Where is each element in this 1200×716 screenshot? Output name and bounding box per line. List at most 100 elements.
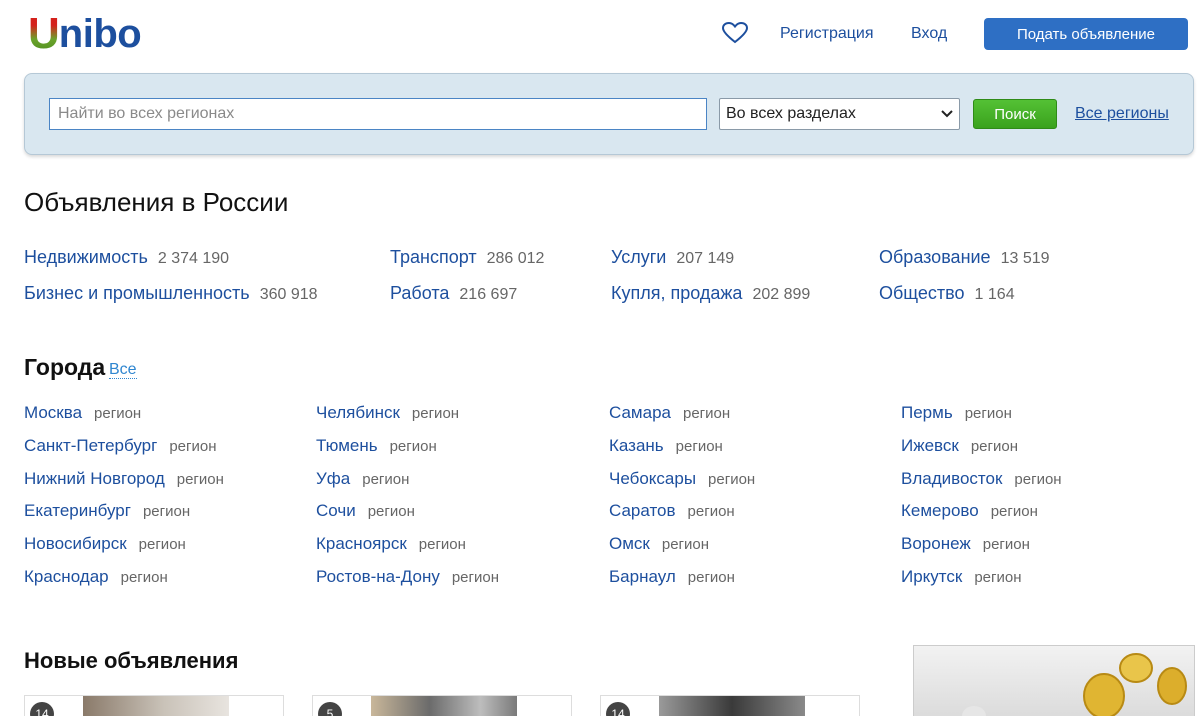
city-link[interactable]: Омск [609, 534, 650, 553]
region-link[interactable]: регион [412, 405, 459, 422]
region-link[interactable]: регион [362, 471, 409, 488]
region-link[interactable]: регион [983, 536, 1030, 553]
city-link[interactable]: Владивосток [901, 469, 1002, 488]
region-link[interactable]: регион [708, 471, 755, 488]
photo-count-badge: 14 [606, 702, 630, 716]
city-link[interactable]: Саратов [609, 501, 676, 520]
city-link[interactable]: Краснодар [24, 567, 109, 586]
category-item: Образование 13 519 [879, 247, 1050, 268]
advertisement-banner[interactable] [913, 645, 1195, 716]
city-link[interactable]: Новосибирск [24, 534, 127, 553]
ad-photo [371, 696, 517, 716]
region-link[interactable]: регион [121, 569, 168, 586]
city-link[interactable]: Москва [24, 403, 82, 422]
ad-photo [83, 696, 229, 716]
city-item: Ижевск регион [901, 436, 1018, 456]
region-link[interactable]: регион [94, 405, 141, 422]
city-link[interactable]: Челябинск [316, 403, 400, 422]
region-link[interactable]: регион [1014, 471, 1061, 488]
region-link[interactable]: регион [419, 536, 466, 553]
city-link[interactable]: Барнаул [609, 567, 676, 586]
city-item: Уфа регион [316, 469, 409, 489]
city-link[interactable]: Ростов-на-Дону [316, 567, 440, 586]
city-item: Барнаул регион [609, 567, 735, 587]
category-link[interactable]: Общество [879, 283, 965, 303]
login-link[interactable]: Вход [911, 25, 947, 43]
city-link[interactable]: Самара [609, 403, 671, 422]
category-link[interactable]: Услуги [611, 247, 666, 267]
city-item: Екатеринбург регион [24, 501, 190, 521]
post-ad-button[interactable]: Подать объявление [984, 18, 1188, 50]
city-item: Тюмень регион [316, 436, 437, 456]
search-button[interactable]: Поиск [973, 99, 1057, 129]
section-select[interactable]: Во всех разделах [719, 98, 960, 130]
region-link[interactable]: регион [368, 503, 415, 520]
region-link[interactable]: регион [139, 536, 186, 553]
region-link[interactable]: регион [177, 471, 224, 488]
ad-card[interactable]: 14 [600, 695, 860, 716]
city-item: Омск регион [609, 534, 709, 554]
region-link[interactable]: регион [143, 503, 190, 520]
category-link[interactable]: Транспорт [390, 247, 477, 267]
ad-card[interactable]: 5 [312, 695, 572, 716]
category-count: 202 899 [752, 286, 811, 303]
city-link[interactable]: Ижевск [901, 436, 959, 455]
region-link[interactable]: регион [662, 536, 709, 553]
region-link[interactable]: регион [390, 438, 437, 455]
city-link[interactable]: Сочи [316, 501, 356, 520]
region-link[interactable]: регион [169, 438, 216, 455]
new-ads-title: Новые объявления [24, 648, 239, 673]
city-link[interactable]: Чебоксары [609, 469, 696, 488]
all-cities-link[interactable]: Все [109, 361, 137, 379]
region-link[interactable]: регион [688, 569, 735, 586]
city-link[interactable]: Воронеж [901, 534, 971, 553]
all-regions-link[interactable]: Все регионы [1075, 105, 1169, 123]
logo-text: nibo [58, 12, 142, 56]
search-input[interactable] [49, 98, 707, 130]
region-link[interactable]: регион [991, 503, 1038, 520]
city-link[interactable]: Кемерово [901, 501, 979, 520]
photo-count-badge: 14 [30, 702, 54, 716]
city-link[interactable]: Уфа [316, 469, 350, 488]
logo-letter-u: U [28, 9, 60, 58]
ad-card[interactable]: 14 [24, 695, 284, 716]
region-link[interactable]: регион [683, 405, 730, 422]
category-link[interactable]: Недвижимость [24, 247, 148, 267]
city-link[interactable]: Нижний Новгород [24, 469, 165, 488]
city-link[interactable]: Екатеринбург [24, 501, 131, 520]
region-link[interactable]: регион [965, 405, 1012, 422]
region-link[interactable]: регион [676, 438, 723, 455]
region-link[interactable]: регион [452, 569, 499, 586]
city-link[interactable]: Иркутск [901, 567, 962, 586]
region-link[interactable]: регион [688, 503, 735, 520]
category-count: 216 697 [459, 286, 518, 303]
city-item: Кемерово регион [901, 501, 1038, 521]
cities-title: Города [24, 354, 106, 380]
category-item: Купля, продажа 202 899 [611, 283, 810, 304]
city-link[interactable]: Тюмень [316, 436, 378, 455]
city-link[interactable]: Пермь [901, 403, 953, 422]
category-count: 1 164 [974, 286, 1015, 303]
register-link[interactable]: Регистрация [780, 25, 874, 43]
section-select-value: Во всех разделах [726, 105, 856, 122]
city-link[interactable]: Красноярск [316, 534, 407, 553]
city-link[interactable]: Казань [609, 436, 664, 455]
category-count: 207 149 [676, 250, 735, 267]
unibo-logo[interactable]: Unibo [28, 9, 142, 58]
city-item: Москва регион [24, 403, 141, 423]
category-link[interactable]: Образование [879, 247, 991, 267]
city-item: Санкт-Петербург регион [24, 436, 217, 456]
category-link[interactable]: Бизнес и промышленность [24, 283, 250, 303]
heart-icon[interactable] [722, 22, 748, 44]
region-link[interactable]: регион [974, 569, 1021, 586]
city-item: Саратов регион [609, 501, 735, 521]
region-link[interactable]: регион [971, 438, 1018, 455]
city-item: Иркутск регион [901, 567, 1022, 587]
city-item: Воронеж регион [901, 534, 1030, 554]
city-item: Владивосток регион [901, 469, 1062, 489]
city-link[interactable]: Санкт-Петербург [24, 436, 157, 455]
city-item: Ростов-на-Дону регион [316, 567, 499, 587]
category-count: 2 374 190 [157, 250, 230, 267]
category-link[interactable]: Работа [390, 283, 449, 303]
category-link[interactable]: Купля, продажа [611, 283, 742, 303]
